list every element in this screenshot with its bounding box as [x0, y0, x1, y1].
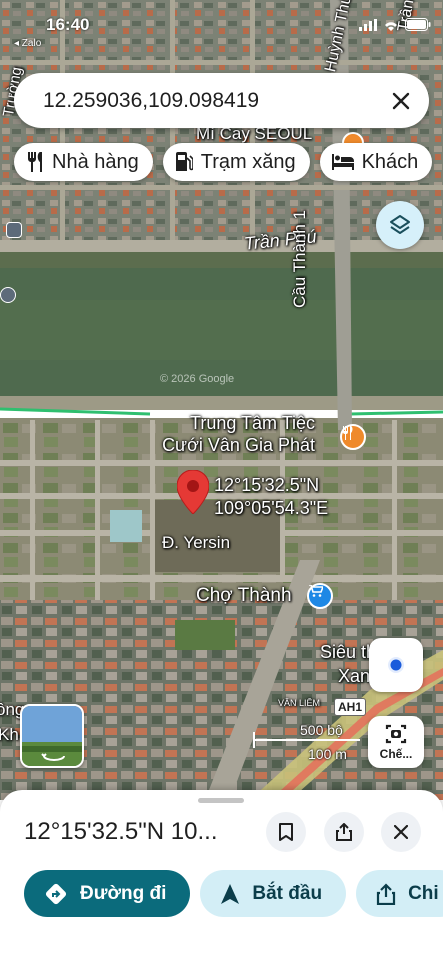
- venue-label-line2: Cưới Vân Gia Phát: [162, 435, 315, 455]
- my-location-button[interactable]: [369, 638, 423, 692]
- restaurant-marker-icon[interactable]: [340, 424, 366, 450]
- map-copyright: © 2026 Google: [160, 373, 235, 385]
- directions-icon: [45, 883, 67, 904]
- shopping-cart-icon[interactable]: [307, 583, 333, 609]
- share-action-button[interactable]: Chi: [356, 870, 443, 917]
- camera-lens-icon: [385, 724, 407, 744]
- van-liem-label: VĂN LIÊM: [278, 698, 321, 708]
- share-icon: [376, 882, 396, 905]
- category-chips: Nhà hàng Trạm xăng Khách: [14, 143, 433, 181]
- chip-gas-stations[interactable]: Trạm xăng: [162, 143, 310, 181]
- chip-hotels-label: Khách: [361, 150, 419, 173]
- map-scale: 500 bộ 100 m: [252, 722, 362, 763]
- chip-restaurants[interactable]: Nhà hàng: [14, 143, 153, 181]
- sheet-drag-handle[interactable]: [198, 798, 244, 803]
- search-bar[interactable]: 12.259036,109.098419: [14, 73, 429, 128]
- directions-button[interactable]: Đường đi: [24, 870, 191, 917]
- gas-station-icon: [175, 152, 193, 171]
- chip-restaurants-label: Nhà hàng: [52, 150, 139, 173]
- close-search-button[interactable]: [381, 81, 421, 121]
- status-icons: [359, 18, 431, 31]
- share-action-label: Chi: [408, 882, 439, 904]
- wifi-icon: [385, 21, 397, 31]
- highway-shield: AH1: [334, 698, 367, 716]
- battery-icon: [405, 18, 431, 31]
- venue-label[interactable]: Trung Tâm Tiệc Cưới Vân Gia Phát: [162, 412, 316, 456]
- fork-knife-icon: [28, 152, 42, 172]
- location-dot-icon: [388, 657, 404, 673]
- bridge-label: Cầu Thành 1: [290, 210, 309, 308]
- street-view-image: [22, 706, 82, 766]
- lens-label: Chế...: [379, 747, 413, 761]
- street-view-thumbnail[interactable]: [20, 704, 84, 768]
- place-bottom-sheet[interactable]: 12°15'32.5"N 10... Đường đi Bắt đầu Chi: [0, 790, 443, 960]
- start-button[interactable]: Bắt đầu: [200, 870, 347, 917]
- venue-label-line1: Trung Tâm Tiệc: [190, 413, 316, 433]
- signal-icon: [359, 18, 377, 31]
- pin-longitude: 109°05'54.3"E: [214, 498, 329, 518]
- bookmark-icon: [279, 823, 293, 841]
- market-label[interactable]: Chợ Thành: [196, 585, 292, 607]
- layers-icon: [390, 215, 410, 234]
- search-input[interactable]: 12.259036,109.098419: [43, 89, 381, 113]
- directions-label: Đường đi: [80, 882, 167, 904]
- navigation-arrow-icon: [221, 883, 240, 904]
- left-label-2: Kh: [0, 725, 19, 744]
- share-button[interactable]: [324, 812, 364, 852]
- back-to-app-link[interactable]: ◂ Zalo: [14, 38, 41, 49]
- share-icon: [336, 823, 352, 841]
- place-title: 12°15'32.5"N 10...: [24, 818, 218, 845]
- gear-icon[interactable]: [0, 287, 16, 303]
- start-label: Bắt đầu: [252, 882, 323, 904]
- scale-imperial: 500 bộ: [300, 722, 343, 738]
- status-time: 16:40: [46, 15, 90, 34]
- map-layers-button[interactable]: [376, 201, 424, 249]
- pin-latitude: 12°15'32.5"N: [214, 475, 320, 495]
- lens-button[interactable]: Chế...: [368, 716, 424, 768]
- chip-gas-stations-label: Trạm xăng: [200, 150, 296, 173]
- bus-stop-icon[interactable]: [6, 222, 22, 238]
- street-label-yersin: Đ. Yersin: [162, 533, 231, 552]
- bed-icon: [331, 154, 354, 170]
- close-sheet-button[interactable]: [381, 812, 421, 852]
- save-button[interactable]: [266, 812, 306, 852]
- chip-hotels[interactable]: Khách: [319, 143, 433, 181]
- pin-coordinates: 12°15'32.5"N 109°05'54.3"E: [214, 474, 328, 520]
- close-icon: [392, 92, 410, 109]
- action-buttons: Đường đi Bắt đầu Chi: [24, 870, 443, 917]
- scale-metric: 100 m: [308, 746, 347, 762]
- close-icon: [394, 825, 408, 839]
